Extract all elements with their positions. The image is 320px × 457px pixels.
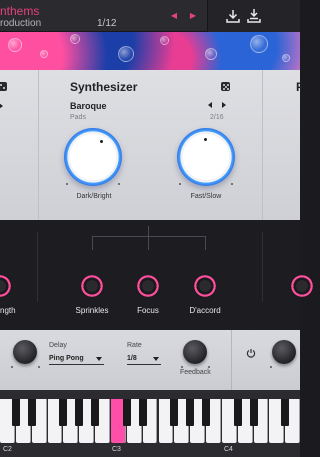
knob-min-marker	[181, 366, 183, 368]
focus-label: Focus	[137, 306, 159, 315]
sound-category: Pads	[70, 114, 86, 121]
right-macro-knob[interactable]	[290, 274, 314, 298]
preset-name[interactable]: nthems	[0, 4, 39, 18]
knob-max-marker	[208, 366, 210, 368]
delay-type-value: Ping Pong	[49, 355, 84, 362]
octave-label: C2	[3, 446, 12, 453]
connector-line	[205, 236, 206, 250]
next-preset-button[interactable]: ▶	[187, 10, 199, 22]
sprinkles-knob[interactable]	[80, 274, 104, 298]
daccord-label: D'accord	[189, 306, 221, 315]
piano-key-black[interactable]	[233, 399, 242, 426]
daccord-knob[interactable]	[193, 274, 217, 298]
connector-line	[92, 236, 93, 250]
next-panel-title-fragment: F	[296, 80, 304, 94]
knob-min-marker	[66, 183, 68, 185]
download-icon[interactable]	[224, 7, 242, 25]
focus-knob[interactable]	[136, 274, 160, 298]
piano-key-black[interactable]	[170, 399, 179, 426]
knob-indicator	[204, 138, 207, 141]
fast-slow-knob[interactable]	[177, 128, 235, 186]
piano-key-black[interactable]	[59, 399, 68, 426]
fx2-knob[interactable]	[272, 340, 296, 364]
piano-key-black[interactable]	[281, 399, 290, 426]
connector-line	[148, 236, 149, 250]
piano-key-black[interactable]	[27, 399, 36, 426]
feedback-label: Feedback	[180, 369, 211, 376]
preset-count: 1/12	[97, 18, 117, 29]
knob-max-marker	[231, 183, 233, 185]
octave-label: C3	[112, 446, 121, 453]
synth-title: Synthesizer	[70, 80, 138, 94]
macro-divider	[262, 232, 263, 302]
piano-key-black[interactable]	[138, 399, 147, 426]
piano-key-black[interactable]	[91, 399, 100, 426]
preset-artwork	[0, 32, 300, 70]
rate-value: 1/8	[127, 355, 137, 362]
sound-name: Baroque	[70, 101, 107, 111]
piano-key-black[interactable]	[11, 399, 20, 426]
piano-key-black[interactable]	[202, 399, 211, 426]
fast-slow-label: Fast/Slow	[190, 193, 222, 200]
fx-divider	[231, 330, 232, 390]
rate-label: Rate	[127, 342, 142, 349]
feedback-knob[interactable]	[183, 340, 207, 364]
piano-key-black[interactable]	[249, 399, 258, 426]
topbar-actions	[207, 0, 300, 32]
octave-label: C4	[224, 446, 233, 453]
power-icon[interactable]	[246, 348, 256, 358]
dark-bright-knob[interactable]	[64, 128, 122, 186]
sprinkles-label: Sprinkles	[75, 306, 109, 315]
panel-divider	[262, 70, 263, 220]
knob-min-marker	[270, 366, 272, 368]
synthesizer-panel	[0, 70, 300, 220]
next-arrow-icon[interactable]	[0, 103, 3, 109]
download-all-icon[interactable]	[245, 7, 263, 25]
connector-line	[148, 226, 149, 236]
length-label: ngth	[0, 306, 16, 315]
knob-max-marker	[38, 366, 40, 368]
piano-key-black[interactable]	[75, 399, 84, 426]
preset-subtitle: roduction	[0, 18, 42, 29]
dark-bright-label: Dark/Bright	[76, 193, 112, 200]
sound-count: 2/16	[210, 114, 224, 121]
connector-line	[92, 236, 206, 237]
knob-indicator	[100, 140, 103, 143]
piano-key-black[interactable]	[122, 399, 131, 426]
delay-mix-knob[interactable]	[13, 340, 37, 364]
next-sound-button[interactable]	[222, 102, 226, 108]
piano-key-black[interactable]	[186, 399, 195, 426]
knob-min-marker	[11, 366, 13, 368]
top-bar: nthems roduction 1/12 ◀ ▶	[0, 0, 300, 32]
randomize-dice-icon[interactable]	[221, 82, 230, 91]
chevron-down-icon	[96, 357, 102, 361]
knob-min-marker	[179, 183, 181, 185]
chevron-down-icon	[153, 357, 159, 361]
macro-divider	[37, 232, 38, 302]
prev-sound-button[interactable]	[208, 102, 212, 108]
panel-divider	[38, 70, 39, 220]
knob-max-marker	[118, 183, 120, 185]
delay-label: Delay	[49, 342, 67, 349]
prev-preset-button[interactable]: ◀	[168, 10, 180, 22]
dice-icon[interactable]	[0, 82, 7, 91]
